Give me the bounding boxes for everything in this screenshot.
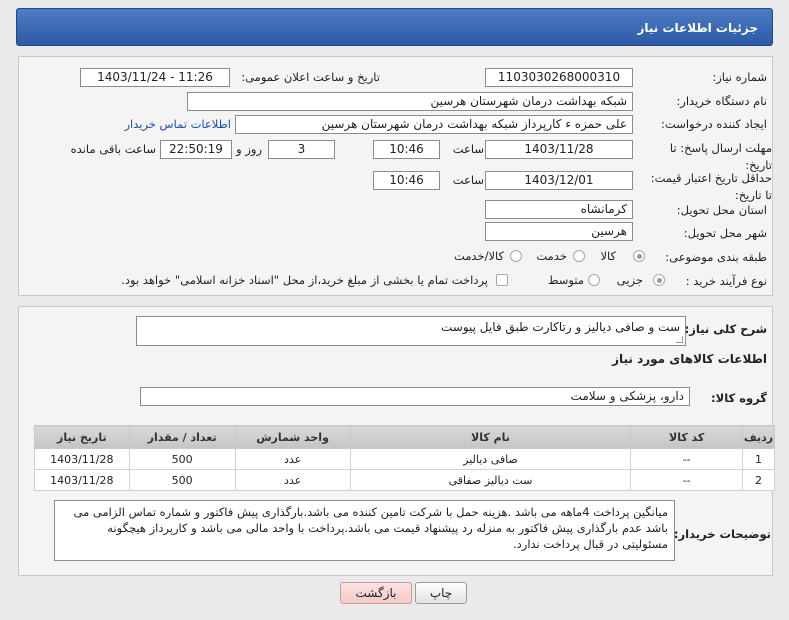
goods-group-field: دارو، پزشکی و سلامت xyxy=(140,387,690,406)
category-option-goods: کالا xyxy=(600,249,616,263)
buyer-notes-label: توضیحات خریدار: xyxy=(673,527,771,541)
cell-unit: عدد xyxy=(234,469,351,491)
cell-need-date: 1403/11/28 xyxy=(34,469,130,491)
deadline-date-field: 1403/11/28 xyxy=(485,140,633,159)
process-type-label: نوع فرآیند خرید : xyxy=(685,274,767,288)
category-label: طبقه بندی موضوعی: xyxy=(665,250,767,264)
description-field: ست و صافی دیالیز و رتاکارت طبق فایل پیوس… xyxy=(136,316,686,346)
deadline-label: مهلت ارسال پاسخ: تا تاریخ: xyxy=(669,141,772,172)
print-button[interactable]: چاپ xyxy=(415,582,467,604)
col-header-row-number: ردیف xyxy=(742,425,775,449)
buyer-notes-field: میانگین پرداخت 4ماهه می باشد .هزینه حمل … xyxy=(54,500,675,561)
remaining-time-label: ساعت باقی مانده xyxy=(70,142,156,156)
validity-date-field: 1403/12/01 xyxy=(485,171,633,190)
buyer-notes-text: میانگین پرداخت 4ماهه می باشد .هزینه حمل … xyxy=(73,505,668,551)
requester-label: ایجاد کننده درخواست: xyxy=(661,117,767,131)
resize-handle[interactable] xyxy=(676,336,683,343)
need-number-field: 1103030268000310 xyxy=(485,68,633,87)
buyer-contact-link[interactable]: اطلاعات تماس خریدار xyxy=(124,117,231,131)
category-radio-goods[interactable] xyxy=(633,250,645,262)
process-radio-minor[interactable] xyxy=(653,274,665,286)
province-label: استان محل تحویل: xyxy=(676,203,767,217)
remaining-time-field: 22:50:19 xyxy=(160,140,232,159)
announce-datetime-label: تاریخ و ساعت اعلان عمومی: xyxy=(241,70,380,84)
col-header-quantity: تعداد / مقدار xyxy=(128,425,236,449)
category-option-goods-service: کالا/خدمت xyxy=(453,249,504,263)
cell-row-number: 2 xyxy=(742,469,775,491)
city-field: هرسین xyxy=(485,222,633,241)
table-row: 1 -- صافی دیالیز عدد 500 1403/11/28 xyxy=(34,448,775,470)
cell-need-date: 1403/11/28 xyxy=(34,448,130,470)
cell-goods-code: -- xyxy=(630,469,744,491)
col-header-goods-name: نام کالا xyxy=(349,425,632,449)
city-label: شهر محل تحویل: xyxy=(683,226,767,240)
page-title: جزئیات اطلاعات نیاز xyxy=(637,21,758,35)
back-button[interactable]: بازگشت xyxy=(340,582,412,604)
validity-time-label: ساعت xyxy=(452,173,484,187)
goods-group-label: گروه کالا: xyxy=(711,391,767,405)
col-header-goods-code: کد کالا xyxy=(630,425,744,449)
days-remaining-field: 3 xyxy=(268,140,335,159)
province-field: کرمانشاه xyxy=(485,200,633,219)
buyer-org-label: نام دستگاه خریدار: xyxy=(676,94,767,108)
deadline-time-field: 10:46 xyxy=(373,140,440,159)
treasury-payment-checkbox[interactable] xyxy=(496,274,508,286)
price-validity-label: حداقل تاریخ اعتبار قیمت: تا تاریخ: xyxy=(650,171,772,202)
goods-table: ردیف کد کالا نام کالا واحد شمارش تعداد /… xyxy=(34,425,775,491)
goods-info-title: اطلاعات کالاهای مورد نیاز xyxy=(612,352,767,366)
treasury-payment-text: پرداخت تمام یا بخشی از مبلغ خرید،از محل … xyxy=(121,273,488,287)
process-option-medium: متوسط xyxy=(547,273,584,287)
description-label: شرح کلی نیاز: xyxy=(684,322,767,336)
cell-goods-code: -- xyxy=(630,448,744,470)
col-header-need-date: تاریخ نیاز xyxy=(34,425,130,449)
days-label: روز و xyxy=(236,142,262,156)
category-radio-goods-service[interactable] xyxy=(510,250,522,262)
process-option-minor: جزیی xyxy=(616,273,643,287)
table-row: 2 -- ست دیالیز صفاقی عدد 500 1403/11/28 xyxy=(34,469,775,491)
need-number-label: شماره نیاز: xyxy=(712,70,767,84)
category-radio-service[interactable] xyxy=(573,250,585,262)
col-header-unit: واحد شمارش xyxy=(234,425,351,449)
process-radio-medium[interactable] xyxy=(588,274,600,286)
cell-unit: عدد xyxy=(234,448,351,470)
buyer-org-field: شبکه بهداشت درمان شهرستان هرسین xyxy=(187,92,633,111)
table-header-row: ردیف کد کالا نام کالا واحد شمارش تعداد /… xyxy=(34,425,775,449)
deadline-time-label: ساعت xyxy=(452,142,484,156)
announce-datetime-field: 1403/11/24 - 11:26 xyxy=(80,68,230,87)
requester-field: علی حمزه ء کارپرداز شبکه بهداشت درمان شه… xyxy=(235,115,633,134)
cell-quantity: 500 xyxy=(128,448,236,470)
cell-quantity: 500 xyxy=(128,469,236,491)
cell-goods-name: ست دیالیز صفاقی xyxy=(349,469,632,491)
category-option-service: خدمت xyxy=(536,249,567,263)
cell-goods-name: صافی دیالیز xyxy=(349,448,632,470)
description-text: ست و صافی دیالیز و رتاکارت طبق فایل پیوس… xyxy=(440,320,680,334)
page-title-bar: جزئیات اطلاعات نیاز xyxy=(16,8,773,46)
cell-row-number: 1 xyxy=(742,448,775,470)
validity-time-field: 10:46 xyxy=(373,171,440,190)
